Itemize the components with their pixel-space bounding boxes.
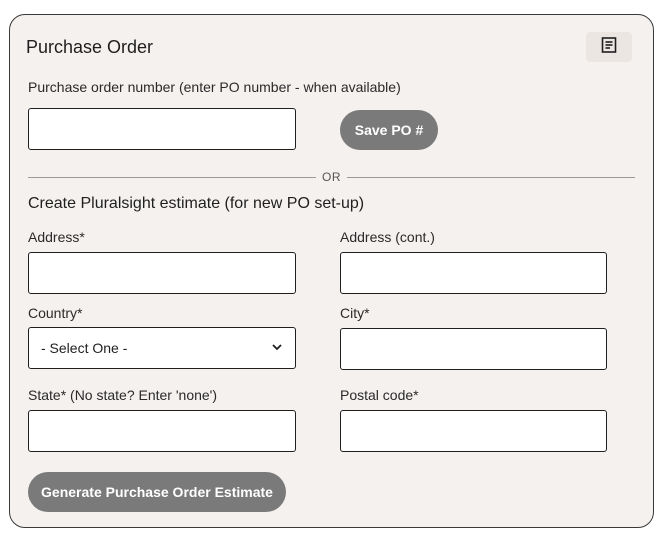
po-number-label: Purchase order number (enter PO number -… <box>28 79 401 95</box>
receipt-button[interactable] <box>586 32 632 62</box>
city-label: City* <box>340 305 370 321</box>
country-select[interactable]: - Select One - <box>28 327 296 369</box>
or-divider: OR <box>28 170 635 184</box>
purchase-order-card: Purchase Order Purchase order number (en… <box>9 14 654 528</box>
country-label: Country* <box>28 305 83 321</box>
address-label: Address* <box>28 229 85 245</box>
postal-code-input[interactable] <box>340 410 607 452</box>
city-input[interactable] <box>340 328 607 370</box>
divider-or-text: OR <box>322 170 341 184</box>
address-cont-input[interactable] <box>340 252 607 294</box>
receipt-icon <box>600 36 618 59</box>
state-input[interactable] <box>28 410 296 452</box>
postal-code-label: Postal code* <box>340 387 419 403</box>
address-input[interactable] <box>28 252 296 294</box>
divider-line-right <box>347 176 635 178</box>
estimate-heading: Create Pluralsight estimate (for new PO … <box>28 195 365 212</box>
card-title: Purchase Order <box>26 37 154 57</box>
po-number-input[interactable] <box>28 108 296 150</box>
chevron-down-icon <box>271 340 283 356</box>
country-selected-value: - Select One - <box>41 340 128 356</box>
address-cont-label: Address (cont.) <box>340 229 435 245</box>
divider-line-left <box>28 176 316 178</box>
save-po-button[interactable]: Save PO # <box>340 110 438 150</box>
state-label: State* (No state? Enter 'none') <box>28 387 218 403</box>
generate-estimate-button[interactable]: Generate Purchase Order Estimate <box>28 472 286 512</box>
